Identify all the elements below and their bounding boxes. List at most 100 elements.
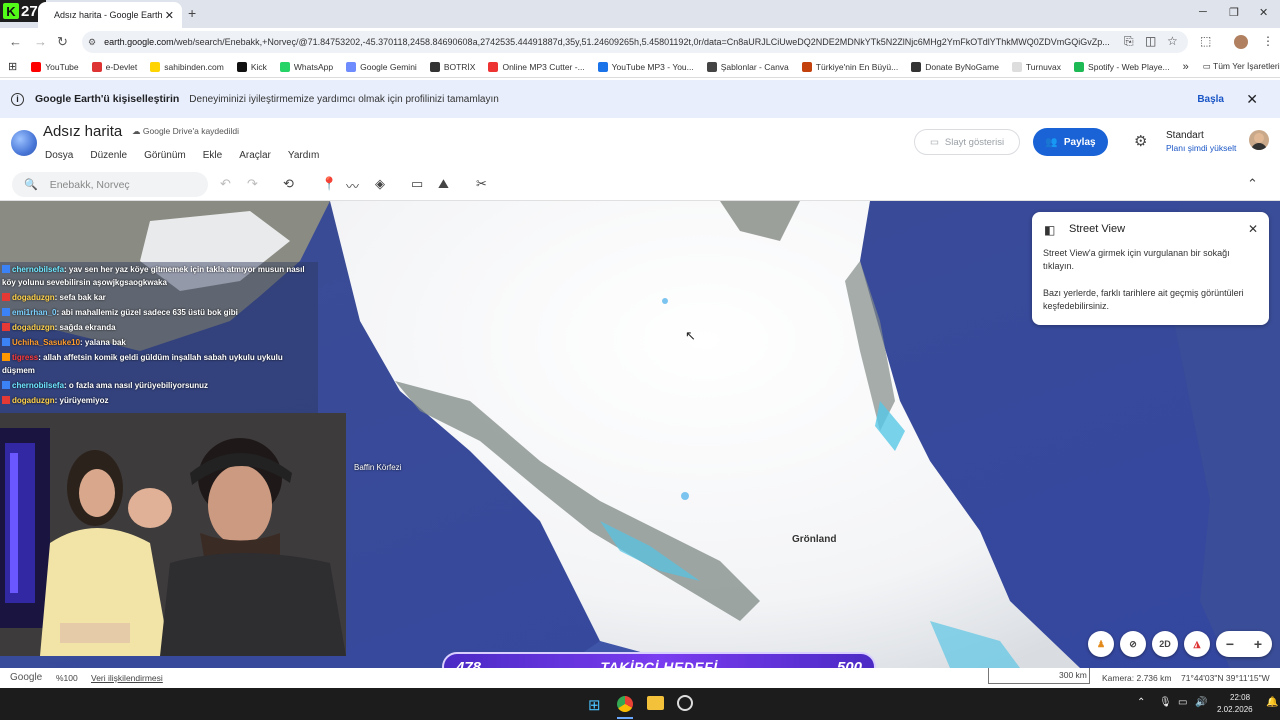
- reload-icon[interactable]: ↻: [57, 34, 68, 50]
- lens-icon[interactable]: ◫: [1145, 34, 1156, 48]
- undo-icon[interactable]: ↶: [220, 176, 231, 192]
- map-status-bar: Google %100 Veri ilişkilendirmesi 300 km…: [0, 668, 1280, 688]
- bookmark-star-icon[interactable]: ☆: [1167, 34, 1178, 48]
- zoom-percent: %100: [56, 673, 78, 683]
- bookmark-favicon-icon: [150, 61, 161, 72]
- map-label-greenland: Grönland: [792, 534, 837, 545]
- browser-tab-active[interactable]: Adsız harita - Google Earth ✕: [38, 2, 182, 28]
- upgrade-plan-link[interactable]: Planı şimdi yükselt: [1166, 143, 1236, 153]
- chat-username: dogaduzgn: [12, 396, 55, 405]
- forward-icon[interactable]: →: [34, 34, 47, 49]
- rotate-disabled-icon[interactable]: ⊘: [1120, 631, 1146, 657]
- apps-grid-icon[interactable]: ⊞: [8, 60, 17, 73]
- zoom-in-icon[interactable]: +: [1254, 636, 1262, 652]
- banner-start-button[interactable]: Başla: [1197, 94, 1224, 105]
- history-icon[interactable]: ⟲: [283, 176, 294, 192]
- menu-file[interactable]: Dosya: [45, 150, 73, 161]
- back-icon[interactable]: ←: [9, 34, 22, 49]
- bookmark-item[interactable]: BOTRİX: [429, 61, 475, 72]
- obs-icon[interactable]: [677, 695, 693, 711]
- account-avatar[interactable]: [1249, 130, 1269, 150]
- bookmark-item[interactable]: YouTube: [31, 61, 79, 72]
- search-input[interactable]: 🔍 Enebakk, Norveç: [12, 172, 208, 197]
- browser-menu-icon[interactable]: ⋮: [1262, 34, 1274, 48]
- windows-taskbar: ⊞ ⌃ 🎙 ▭ 🔊 22:08 2.02.2026 🔔: [0, 688, 1280, 720]
- slideshow-button[interactable]: ▭ Slayt gösterisi: [914, 129, 1020, 155]
- chrome-active-indicator: [617, 717, 633, 719]
- close-window-icon[interactable]: ✕: [1259, 6, 1268, 19]
- tab-close-icon[interactable]: ✕: [165, 9, 174, 22]
- add-placemark-icon[interactable]: 📍: [321, 176, 337, 192]
- bookmark-item[interactable]: Şablonlar - Canva: [706, 61, 789, 72]
- bookmark-item[interactable]: WhatsApp: [279, 61, 334, 72]
- bookmark-label: WhatsApp: [293, 61, 334, 72]
- slideshow-icon: ▭: [929, 136, 939, 148]
- tools-icon[interactable]: ✂: [476, 176, 487, 192]
- bookmark-favicon-icon: [346, 61, 357, 72]
- extensions-icon[interactable]: ⬚: [1200, 34, 1211, 48]
- bookmark-favicon-icon: [801, 61, 812, 72]
- windows-start-icon[interactable]: ⊞: [588, 696, 601, 714]
- bookmark-item[interactable]: e-Devlet: [91, 61, 137, 72]
- image-overlay-icon[interactable]: ⛰: [438, 176, 449, 192]
- stream-chat-overlay: chernobilsefa: yav sen her yaz köye gitm…: [0, 262, 318, 413]
- volume-icon[interactable]: 🔊: [1195, 697, 1207, 708]
- google-earth-logo-icon[interactable]: [11, 130, 37, 156]
- chat-username: emi1rhan_0: [12, 308, 57, 317]
- notification-icon[interactable]: 🔔: [1266, 697, 1278, 708]
- info-icon: i: [11, 92, 24, 106]
- network-icon[interactable]: ▭: [1178, 697, 1187, 708]
- bookmarks-bar: ⊞ YouTube e-Devlet sahibinden.com Kick Whats…: [0, 56, 1280, 78]
- restore-icon[interactable]: ❐: [1229, 6, 1239, 19]
- bookmark-item[interactable]: Online MP3 Cutter -...: [488, 61, 585, 72]
- profile-avatar[interactable]: [1234, 35, 1248, 49]
- bookmark-item[interactable]: Turnuvax: [1011, 61, 1061, 72]
- pegman-icon[interactable]: ♟: [1088, 631, 1114, 657]
- taskbar-time[interactable]: 22:08: [1230, 693, 1250, 702]
- redo-icon[interactable]: ↷: [247, 176, 258, 192]
- site-info-icon[interactable]: ⚙: [88, 37, 96, 48]
- menu-edit[interactable]: Düzenle: [90, 150, 127, 161]
- earth-header: Adsız harita ☁ Google Drive'a kaydedildi…: [0, 118, 1280, 170]
- all-bookmarks[interactable]: ▭ Tüm Yer İşaretleri: [1203, 61, 1280, 72]
- layers-icon[interactable]: ◈: [375, 176, 385, 192]
- microphone-icon[interactable]: 🎙: [1159, 697, 1172, 708]
- collapse-toolbar-icon[interactable]: ⌃: [1247, 176, 1258, 192]
- url-field[interactable]: ⚙ earth.google.com /web/search/Enebakk,+…: [82, 31, 1188, 53]
- bookmark-item[interactable]: Google Gemini: [346, 61, 417, 72]
- bookmark-item[interactable]: Spotify - Web Playe...: [1074, 61, 1170, 72]
- new-tab-icon[interactable]: +: [188, 5, 196, 21]
- measure-icon[interactable]: ▭: [411, 176, 423, 192]
- url-host: earth.google.com: [104, 37, 174, 47]
- bookmark-item[interactable]: Donate ByNoGame: [911, 61, 999, 72]
- settings-gear-icon[interactable]: ⚙: [1134, 132, 1147, 150]
- taskbar-date[interactable]: 2.02.2026: [1217, 705, 1253, 714]
- share-button[interactable]: 👥 Paylaş: [1033, 128, 1108, 156]
- bookmark-label: YouTube MP3 - You...: [611, 61, 694, 72]
- bookmark-item[interactable]: sahibinden.com: [150, 61, 224, 72]
- install-app-icon[interactable]: ⎘: [1124, 34, 1134, 49]
- address-bar-row: ← → ↻ ⚙ earth.google.com /web/search/Ene…: [0, 28, 1280, 56]
- menu-help[interactable]: Yardım: [288, 150, 320, 161]
- bookmark-item[interactable]: Türkiye'nin En Büyü...: [801, 61, 898, 72]
- tray-overflow-icon[interactable]: ⌃: [1137, 697, 1145, 708]
- kick-logo-icon: K: [3, 3, 19, 19]
- minimize-icon[interactable]: ─: [1199, 6, 1207, 18]
- bookmark-item[interactable]: YouTube MP3 - You...: [597, 61, 694, 72]
- street-view-close-icon[interactable]: ✕: [1248, 222, 1258, 236]
- bookmark-item[interactable]: Kick: [236, 61, 267, 72]
- more-bookmarks-icon[interactable]: »: [1183, 61, 1189, 73]
- map-title[interactable]: Adsız harita: [43, 123, 122, 140]
- toggle-2d-button[interactable]: 2D: [1152, 631, 1178, 657]
- draw-path-icon[interactable]: 〰: [346, 176, 359, 195]
- banner-close-icon[interactable]: ✕: [1246, 91, 1258, 108]
- menu-insert[interactable]: Ekle: [203, 150, 222, 161]
- zoom-out-icon[interactable]: −: [1226, 636, 1234, 652]
- file-explorer-icon[interactable]: [647, 696, 664, 710]
- compass-icon[interactable]: ◮: [1184, 631, 1210, 657]
- data-attribution-link[interactable]: Veri ilişkilendirmesi: [91, 673, 163, 683]
- bookmark-label: Şablonlar - Canva: [720, 61, 789, 72]
- menu-tools[interactable]: Araçlar: [239, 150, 271, 161]
- chrome-icon[interactable]: [617, 696, 633, 712]
- menu-view[interactable]: Görünüm: [144, 150, 186, 161]
